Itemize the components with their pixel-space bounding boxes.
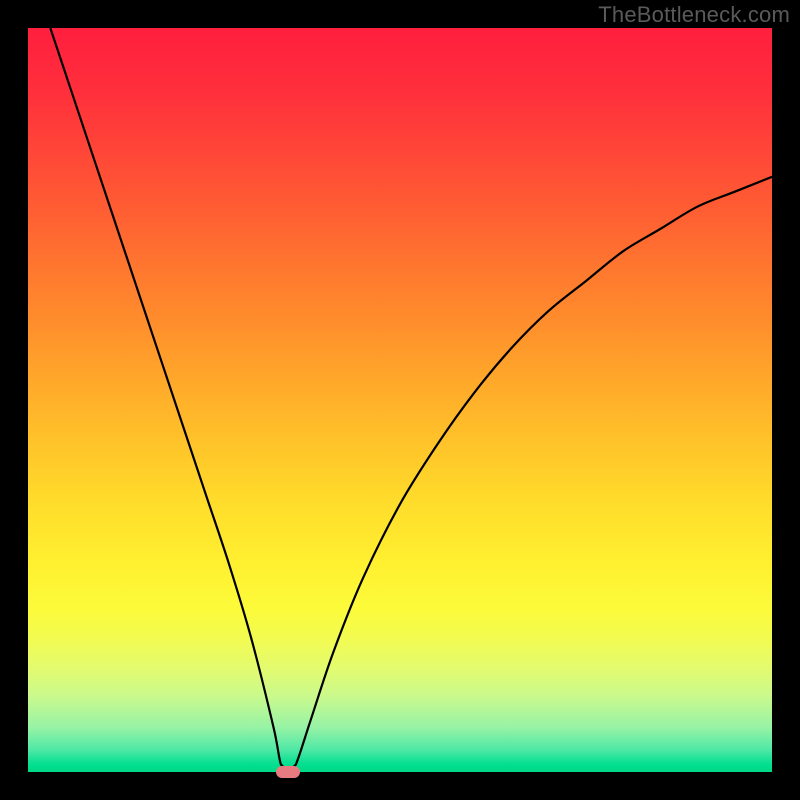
watermark-text: TheBottleneck.com	[598, 2, 790, 28]
bottleneck-curve	[50, 28, 772, 772]
minimum-marker	[276, 766, 300, 778]
curve-svg	[28, 28, 772, 772]
plot-area	[28, 28, 772, 772]
chart-frame: TheBottleneck.com	[0, 0, 800, 800]
